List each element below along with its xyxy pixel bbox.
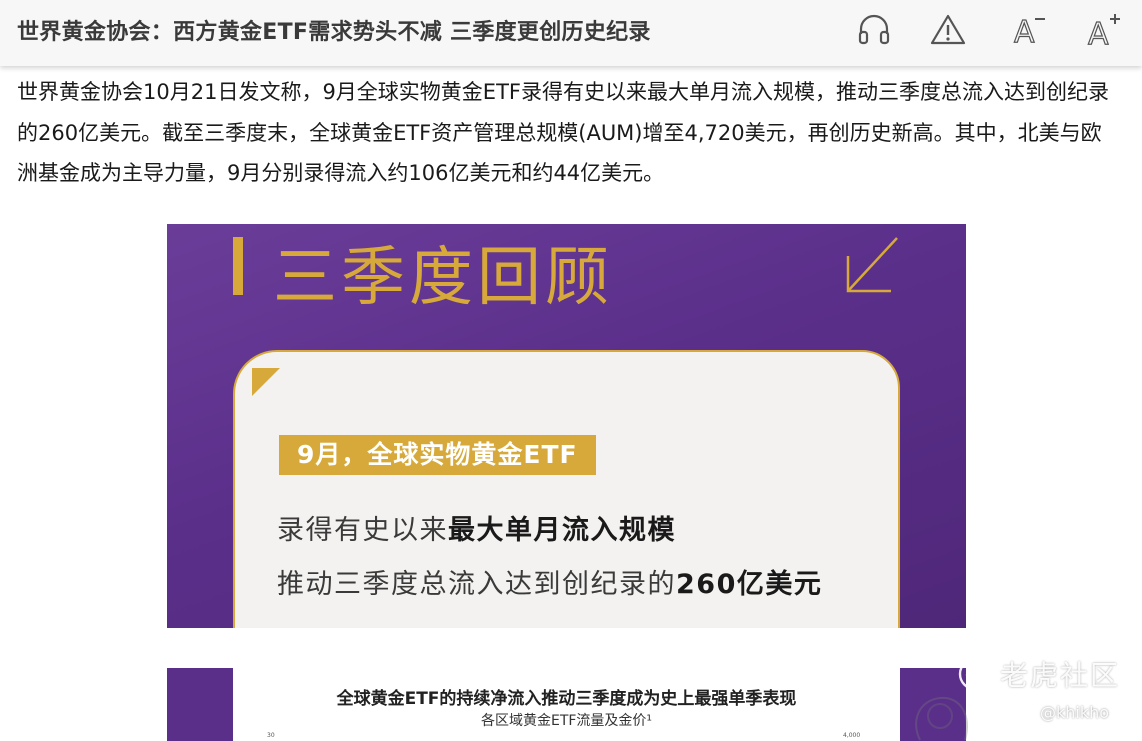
article-paragraph: 世界黄金协会10月21日发文称，9月全球实物黄金ETF录得有史以来最大单月流入规…	[17, 80, 1109, 185]
watermark-username: @khikho	[1040, 703, 1110, 722]
tiger-logo-icon	[958, 657, 992, 691]
article-body: 世界黄金协会10月21日发文称，9月全球实物黄金ETF录得有史以来最大单月流入规…	[17, 72, 1117, 194]
banner-line-2-bold: 260亿美元	[676, 569, 823, 600]
banner-line-1-plain: 录得有史以来	[277, 515, 448, 546]
font-decrease-icon[interactable]: A	[1010, 10, 1050, 50]
font-increase-icon[interactable]: A	[1084, 10, 1124, 50]
chart-card: 全球黄金ETF的持续净流入推动三季度成为史上最强单季表现 各区域黄金ETF流量及…	[233, 668, 900, 741]
arrow-down-left-icon	[846, 237, 898, 293]
banner-line-1-bold: 最大单月流入规模	[448, 515, 676, 546]
font-decrease-letter: A	[1014, 15, 1035, 50]
chart-axis-right-label: 4,000	[843, 732, 861, 739]
q3-review-banner-image: 三季度回顾 9月，全球实物黄金ETF 录得有史以来最大单月流入规模 推动三季度总…	[167, 224, 966, 628]
chart-axis-left-label: 30	[267, 732, 275, 739]
banner-line-2-plain: 推动三季度总流入达到创纪录的	[277, 569, 676, 600]
tiger-community-watermark: 老虎社区	[956, 652, 1120, 696]
banner-accent-bar	[233, 237, 243, 295]
article-title: 世界黄金协会：西方黄金ETF需求势头不减 三季度更创历史纪录	[17, 20, 651, 45]
headphones-icon[interactable]	[854, 10, 894, 50]
etf-flows-chart-image: 全球黄金ETF的持续净流入推动三季度成为史上最强单季表现 各区域黄金ETF流量及…	[167, 668, 966, 741]
chart-subtitle: 各区域黄金ETF流量及金价¹	[480, 713, 653, 729]
chart-title: 全球黄金ETF的持续净流入推动三季度成为史上最强单季表现	[336, 689, 797, 709]
banner-card: 9月，全球实物黄金ETF 录得有史以来最大单月流入规模 推动三季度总流入达到创纪…	[233, 350, 900, 628]
font-increase-letter: A	[1088, 17, 1109, 50]
watermark-brand: 老虎社区	[1000, 659, 1121, 692]
warning-icon[interactable]	[928, 10, 968, 50]
banner-line-1: 录得有史以来最大单月流入规模	[277, 508, 676, 547]
banner-heading: 三季度回顾	[273, 241, 613, 315]
corner-triangle-icon	[252, 368, 280, 396]
banner-line-2: 推动三季度总流入达到创纪录的260亿美元	[277, 562, 822, 601]
banner-tag: 9月，全球实物黄金ETF	[279, 435, 596, 475]
article-header-bar: 世界黄金协会：西方黄金ETF需求势头不减 三季度更创历史纪录 A A	[0, 0, 1142, 66]
